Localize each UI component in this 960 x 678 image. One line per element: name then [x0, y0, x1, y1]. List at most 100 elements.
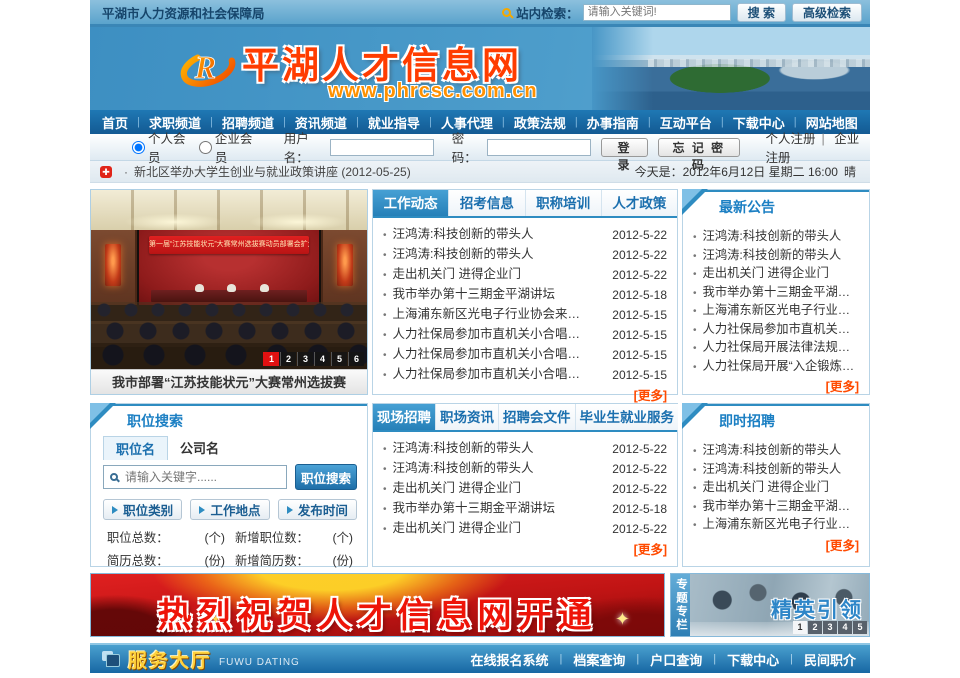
site-url[interactable]: www.phrcsc.com.cn	[328, 80, 538, 103]
celebration-banner[interactable]: 热烈祝贺人才信息网开通	[90, 573, 665, 637]
news-title[interactable]: 汪鸿涛:科技创新的带头人	[383, 439, 534, 459]
member-type-input[interactable]	[132, 141, 145, 154]
news-item[interactable]: 走出机关门 进得企业门 2012-5-22	[383, 519, 667, 539]
service-link[interactable]: 档案查询	[573, 650, 625, 669]
photo-page-button[interactable]: 5	[331, 352, 347, 366]
special-page-button[interactable]: 1	[793, 621, 807, 634]
news-title[interactable]: 走出机关门 进得企业门	[383, 479, 521, 499]
news-title[interactable]: 我市举办第十三期金平湖讲坛	[383, 285, 555, 305]
photo-page-button[interactable]: 1	[263, 352, 279, 366]
news-item[interactable]: 汪鸿涛:科技创新的带头人 2012-5-22	[383, 245, 667, 265]
news-tab[interactable]: 招聘会文件	[499, 404, 576, 430]
news-item[interactable]: 汪鸿涛:科技创新的带头人 2012-5-22	[383, 225, 667, 245]
service-link[interactable]: 在线报名系统	[470, 650, 548, 669]
service-link[interactable]: 民间职介	[804, 650, 856, 669]
login-button[interactable]: 登 录	[601, 138, 648, 157]
news-item[interactable]: 人力社保局参加市直机关小合唱比赛 2012-5-15	[383, 345, 667, 365]
news-item[interactable]: 我市举办第十三期金平湖讲坛 2012-5-18	[383, 499, 667, 519]
news-item[interactable]: 人力社保局参加市直机关小合唱比赛 2012-5-15	[383, 365, 667, 385]
news-title[interactable]: 人力社保局参加市直机关小合唱比赛	[383, 345, 587, 365]
more-link[interactable]: [更多]	[826, 539, 859, 553]
photo-page-button[interactable]: 6	[348, 352, 364, 366]
job-search-tab[interactable]: 职位名	[103, 436, 168, 460]
forgot-password-button[interactable]: 忘 记 密 码	[658, 138, 739, 157]
instant-job-item[interactable]: 我市举办第十三期金平湖讲坛	[693, 498, 861, 517]
special-page-button[interactable]: 3	[823, 621, 837, 634]
site-logo-icon[interactable]: R	[176, 36, 240, 103]
news-item[interactable]: 人力社保局参加市直机关小合唱比赛 2012-5-15	[383, 325, 667, 345]
photo-slideshow[interactable]: 第一届“江苏技能状元”大赛常州选拔赛动员部署会扩大会议 1 2 3	[90, 189, 368, 395]
news-title[interactable]: 上海浦东新区光电子行业协会来平考察	[383, 305, 587, 325]
news-title[interactable]: 汪鸿涛:科技创新的带头人	[383, 225, 534, 245]
news-item[interactable]: 走出机关门 进得企业门 2012-5-22	[383, 479, 667, 499]
job-stats: 职位总数：(个) 新增职位数：(个) 简历总数：(份) 新增简历数：(份)	[91, 520, 367, 569]
special-page-button[interactable]: 4	[838, 621, 852, 634]
news-tab[interactable]: 职称培训	[526, 190, 602, 216]
announcement-item[interactable]: 走出机关门 进得企业门	[693, 265, 861, 284]
news-tab[interactable]: 职场资讯	[436, 404, 499, 430]
announcement-item[interactable]: 上海浦东新区光电子行业协会来平考	[693, 302, 861, 321]
service-link[interactable]: 下载中心	[727, 650, 779, 669]
member-type-radio[interactable]: 企业会员	[199, 128, 256, 166]
photo-page-button[interactable]: 4	[314, 352, 330, 366]
instant-job-item[interactable]: 走出机关门 进得企业门	[693, 479, 861, 498]
news-title[interactable]: 走出机关门 进得企业门	[383, 265, 521, 285]
filter-dropdown-button[interactable]: 职位类别	[103, 499, 182, 520]
nav-item[interactable]: 首页	[102, 113, 128, 132]
member-type-input[interactable]	[199, 141, 212, 154]
username-field[interactable]	[330, 139, 434, 156]
special-page-button[interactable]: 5	[853, 621, 867, 634]
news-tab[interactable]: 现场招聘	[373, 404, 436, 430]
announcement-item[interactable]: 汪鸿涛:科技创新的带头人	[693, 228, 861, 247]
more-link[interactable]: [更多]	[826, 380, 859, 394]
announcement-item[interactable]: 汪鸿涛:科技创新的带头人	[693, 247, 861, 266]
nav-item[interactable]: 办事指南	[587, 113, 639, 132]
more-link[interactable]: [更多]	[634, 389, 667, 403]
news-title[interactable]: 人力社保局参加市直机关小合唱比赛	[383, 365, 587, 385]
news-item[interactable]: 汪鸿涛:科技创新的带头人 2012-5-22	[383, 439, 667, 459]
news-item[interactable]: 汪鸿涛:科技创新的带头人 2012-5-22	[383, 459, 667, 479]
instant-job-item[interactable]: 上海浦东新区光电子行业协会来平考	[693, 516, 861, 535]
filter-dropdown-button[interactable]: 发布时间	[278, 499, 357, 520]
announcement-item[interactable]: 人力社保局开展法律法规巡回培训	[693, 339, 861, 358]
advanced-search-button[interactable]: 高级检索	[792, 3, 862, 22]
filter-dropdown-button[interactable]: 工作地点	[190, 499, 269, 520]
photo-page-button[interactable]: 2	[280, 352, 296, 366]
photo-caption-link[interactable]: 我市部署“江苏技能状元”大赛常州选拔赛	[91, 369, 367, 394]
announcement-item[interactable]: 人力社保局参加市直机关小合唱比赛	[693, 321, 861, 340]
ticker-news-link[interactable]: 新北区举办大学生创业与就业政策讲座 (2012-05-25)	[134, 163, 411, 180]
service-link[interactable]: 户口查询	[650, 650, 702, 669]
password-field[interactable]	[487, 139, 591, 156]
member-type-radio[interactable]: 个人会员	[132, 128, 189, 166]
news-title[interactable]: 汪鸿涛:科技创新的带头人	[383, 245, 534, 265]
nav-item[interactable]: 政策法规	[514, 113, 566, 132]
instant-job-item[interactable]: 汪鸿涛:科技创新的带头人	[693, 442, 861, 461]
more-link[interactable]: [更多]	[634, 543, 667, 557]
news-item[interactable]: 走出机关门 进得企业门 2012-5-22	[383, 265, 667, 285]
conference-photo[interactable]: 第一届“江苏技能状元”大赛常州选拔赛动员部署会扩大会议 1 2 3	[91, 190, 367, 369]
nav-item[interactable]: 互动平台	[660, 113, 712, 132]
keyword-input[interactable]	[125, 470, 280, 484]
special-column-banner[interactable]: 专题专栏 精英引领 1 2 3 4 5	[670, 573, 870, 637]
news-tab[interactable]: 人才政策	[602, 190, 677, 216]
instant-job-item[interactable]: 汪鸿涛:科技创新的带头人	[693, 461, 861, 480]
news-item[interactable]: 上海浦东新区光电子行业协会来平考察 2012-5-15	[383, 305, 667, 325]
news-title[interactable]: 汪鸿涛:科技创新的带头人	[383, 459, 534, 479]
register-link[interactable]: 个人注册	[766, 132, 816, 146]
site-search-input[interactable]	[583, 4, 731, 21]
news-title[interactable]: 我市举办第十三期金平湖讲坛	[383, 499, 555, 519]
news-item[interactable]: 我市举办第十三期金平湖讲坛 2012-5-18	[383, 285, 667, 305]
site-search-button[interactable]: 搜 索	[737, 3, 786, 22]
announcement-item[interactable]: 我市举办第十三期金平湖讲坛	[693, 284, 861, 303]
special-page-button[interactable]: 2	[808, 621, 822, 634]
job-search-button[interactable]: 职位搜索	[295, 464, 357, 490]
photo-page-button[interactable]: 3	[297, 352, 313, 366]
news-tab[interactable]: 工作动态	[373, 190, 449, 216]
news-title[interactable]: 人力社保局参加市直机关小合唱比赛	[383, 325, 587, 345]
announcement-item[interactable]: 人力社保局开展“入企锻炼提素质”	[693, 358, 861, 377]
nav-item[interactable]: 就业指导	[368, 113, 420, 132]
news-tab[interactable]: 招考信息	[449, 190, 525, 216]
news-title[interactable]: 走出机关门 进得企业门	[383, 519, 521, 539]
news-tab[interactable]: 毕业生就业服务	[576, 404, 679, 430]
job-search-tab[interactable]: 公司名	[168, 436, 231, 460]
